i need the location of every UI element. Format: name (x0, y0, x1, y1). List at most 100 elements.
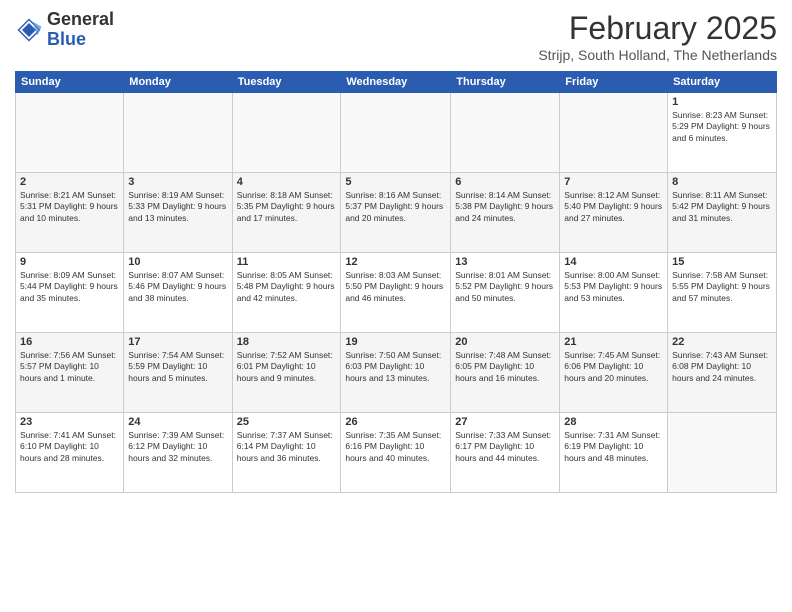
day-info: Sunrise: 7:41 AM Sunset: 6:10 PM Dayligh… (20, 430, 119, 464)
page: General Blue February 2025 Strijp, South… (0, 0, 792, 612)
day-info: Sunrise: 8:16 AM Sunset: 5:37 PM Dayligh… (345, 190, 446, 224)
day-number: 21 (564, 336, 663, 348)
day-number: 8 (672, 176, 772, 188)
table-row: 23 Sunrise: 7:41 AM Sunset: 6:10 PM Dayli… (16, 413, 124, 493)
calendar-body: 1 Sunrise: 8:23 AM Sunset: 5:29 PM Daylig… (16, 93, 777, 493)
table-row: 13 Sunrise: 8:01 AM Sunset: 5:52 PM Dayli… (451, 253, 560, 333)
day-info: Sunrise: 8:12 AM Sunset: 5:40 PM Dayligh… (564, 190, 663, 224)
location: Strijp, South Holland, The Netherlands (538, 47, 777, 63)
table-row: 12 Sunrise: 8:03 AM Sunset: 5:50 PM Dayli… (341, 253, 451, 333)
table-row: 10Sunrise: 8:07 AM Sunset: 5:46 PM Dayli… (124, 253, 232, 333)
day-number: 25 (237, 416, 337, 428)
calendar: Sunday Monday Tuesday Wednesday Thursday… (15, 71, 777, 493)
day-number: 3 (128, 176, 227, 188)
table-row (451, 93, 560, 173)
calendar-week-row: 2 Sunrise: 8:21 AM Sunset: 5:31 PM Daylig… (16, 173, 777, 253)
day-info: Sunrise: 8:09 AM Sunset: 5:44 PM Dayligh… (20, 270, 119, 304)
table-row: 8 Sunrise: 8:11 AM Sunset: 5:42 PM Daylig… (668, 173, 777, 253)
day-number: 16 (20, 336, 119, 348)
day-number: 6 (455, 176, 555, 188)
table-row: 11 Sunrise: 8:05 AM Sunset: 5:48 PM Dayli… (232, 253, 341, 333)
day-info: Sunrise: 8:05 AM Sunset: 5:48 PM Dayligh… (237, 270, 337, 304)
day-number: 24 (128, 416, 227, 428)
day-number: 15 (672, 256, 772, 268)
table-row: 26Sunrise: 7:35 AM Sunset: 6:16 PM Dayli… (341, 413, 451, 493)
day-info: Sunrise: 8:00 AM Sunset: 5:53 PM Dayligh… (564, 270, 663, 304)
day-info: Sunrise: 8:21 AM Sunset: 5:31 PM Dayligh… (20, 190, 119, 224)
day-number: 27 (455, 416, 555, 428)
day-info: Sunrise: 7:31 AM Sunset: 6:19 PM Dayligh… (564, 430, 663, 464)
day-number: 23 (20, 416, 119, 428)
day-info: Sunrise: 7:56 AM Sunset: 5:57 PM Dayligh… (20, 350, 119, 384)
calendar-week-row: 9Sunrise: 8:09 AM Sunset: 5:44 PM Daylig… (16, 253, 777, 333)
header: General Blue February 2025 Strijp, South… (15, 10, 777, 63)
col-sunday: Sunday (16, 72, 124, 93)
table-row: 6 Sunrise: 8:14 AM Sunset: 5:38 PM Daylig… (451, 173, 560, 253)
day-number: 22 (672, 336, 772, 348)
day-number: 4 (237, 176, 337, 188)
table-row: 18 Sunrise: 7:52 AM Sunset: 6:01 PM Dayli… (232, 333, 341, 413)
table-row: 9Sunrise: 8:09 AM Sunset: 5:44 PM Daylig… (16, 253, 124, 333)
day-info: Sunrise: 7:39 AM Sunset: 6:12 PM Dayligh… (128, 430, 227, 464)
logo-icon (15, 16, 43, 44)
table-row (124, 93, 232, 173)
table-row (341, 93, 451, 173)
col-monday: Monday (124, 72, 232, 93)
day-info: Sunrise: 8:14 AM Sunset: 5:38 PM Dayligh… (455, 190, 555, 224)
table-row: 22 Sunrise: 7:43 AM Sunset: 6:08 PM Dayli… (668, 333, 777, 413)
day-number: 10 (128, 256, 227, 268)
table-row: 21 Sunrise: 7:45 AM Sunset: 6:06 PM Dayli… (560, 333, 668, 413)
day-number: 17 (128, 336, 227, 348)
table-row: 15 Sunrise: 7:58 AM Sunset: 5:55 PM Dayli… (668, 253, 777, 333)
day-number: 12 (345, 256, 446, 268)
day-info: Sunrise: 7:58 AM Sunset: 5:55 PM Dayligh… (672, 270, 772, 304)
day-number: 13 (455, 256, 555, 268)
table-row: 16 Sunrise: 7:56 AM Sunset: 5:57 PM Dayli… (16, 333, 124, 413)
day-info: Sunrise: 7:43 AM Sunset: 6:08 PM Dayligh… (672, 350, 772, 384)
day-number: 14 (564, 256, 663, 268)
table-row: 1 Sunrise: 8:23 AM Sunset: 5:29 PM Daylig… (668, 93, 777, 173)
month-title: February 2025 (538, 10, 777, 47)
title-area: February 2025 Strijp, South Holland, The… (538, 10, 777, 63)
table-row: 17Sunrise: 7:54 AM Sunset: 5:59 PM Dayli… (124, 333, 232, 413)
day-info: Sunrise: 8:01 AM Sunset: 5:52 PM Dayligh… (455, 270, 555, 304)
day-info: Sunrise: 8:03 AM Sunset: 5:50 PM Dayligh… (345, 270, 446, 304)
table-row: 7Sunrise: 8:12 AM Sunset: 5:40 PM Daylig… (560, 173, 668, 253)
table-row: 27 Sunrise: 7:33 AM Sunset: 6:17 PM Dayli… (451, 413, 560, 493)
table-row: 25 Sunrise: 7:37 AM Sunset: 6:14 PM Dayli… (232, 413, 341, 493)
col-wednesday: Wednesday (341, 72, 451, 93)
table-row: 20Sunrise: 7:48 AM Sunset: 6:05 PM Dayli… (451, 333, 560, 413)
day-info: Sunrise: 7:33 AM Sunset: 6:17 PM Dayligh… (455, 430, 555, 464)
day-number: 11 (237, 256, 337, 268)
day-number: 1 (672, 96, 772, 108)
day-info: Sunrise: 7:45 AM Sunset: 6:06 PM Dayligh… (564, 350, 663, 384)
day-info: Sunrise: 8:11 AM Sunset: 5:42 PM Dayligh… (672, 190, 772, 224)
day-number: 28 (564, 416, 663, 428)
table-row (16, 93, 124, 173)
calendar-week-row: 16 Sunrise: 7:56 AM Sunset: 5:57 PM Dayli… (16, 333, 777, 413)
day-number: 19 (345, 336, 446, 348)
table-row: 24 Sunrise: 7:39 AM Sunset: 6:12 PM Dayli… (124, 413, 232, 493)
calendar-week-row: 23 Sunrise: 7:41 AM Sunset: 6:10 PM Dayli… (16, 413, 777, 493)
day-info: Sunrise: 7:50 AM Sunset: 6:03 PM Dayligh… (345, 350, 446, 384)
day-info: Sunrise: 7:37 AM Sunset: 6:14 PM Dayligh… (237, 430, 337, 464)
table-row (560, 93, 668, 173)
day-info: Sunrise: 8:18 AM Sunset: 5:35 PM Dayligh… (237, 190, 337, 224)
day-number: 2 (20, 176, 119, 188)
table-row: 2 Sunrise: 8:21 AM Sunset: 5:31 PM Daylig… (16, 173, 124, 253)
day-number: 5 (345, 176, 446, 188)
table-row: 5 Sunrise: 8:16 AM Sunset: 5:37 PM Daylig… (341, 173, 451, 253)
calendar-week-row: 1 Sunrise: 8:23 AM Sunset: 5:29 PM Daylig… (16, 93, 777, 173)
day-number: 18 (237, 336, 337, 348)
day-info: Sunrise: 8:19 AM Sunset: 5:33 PM Dayligh… (128, 190, 227, 224)
table-row: 19 Sunrise: 7:50 AM Sunset: 6:03 PM Dayli… (341, 333, 451, 413)
day-info: Sunrise: 7:52 AM Sunset: 6:01 PM Dayligh… (237, 350, 337, 384)
table-row (668, 413, 777, 493)
day-info: Sunrise: 7:48 AM Sunset: 6:05 PM Dayligh… (455, 350, 555, 384)
col-friday: Friday (560, 72, 668, 93)
logo: General Blue (15, 10, 114, 50)
calendar-header-row: Sunday Monday Tuesday Wednesday Thursday… (16, 72, 777, 93)
logo-text: General Blue (47, 10, 114, 50)
col-tuesday: Tuesday (232, 72, 341, 93)
day-info: Sunrise: 8:23 AM Sunset: 5:29 PM Dayligh… (672, 110, 772, 144)
